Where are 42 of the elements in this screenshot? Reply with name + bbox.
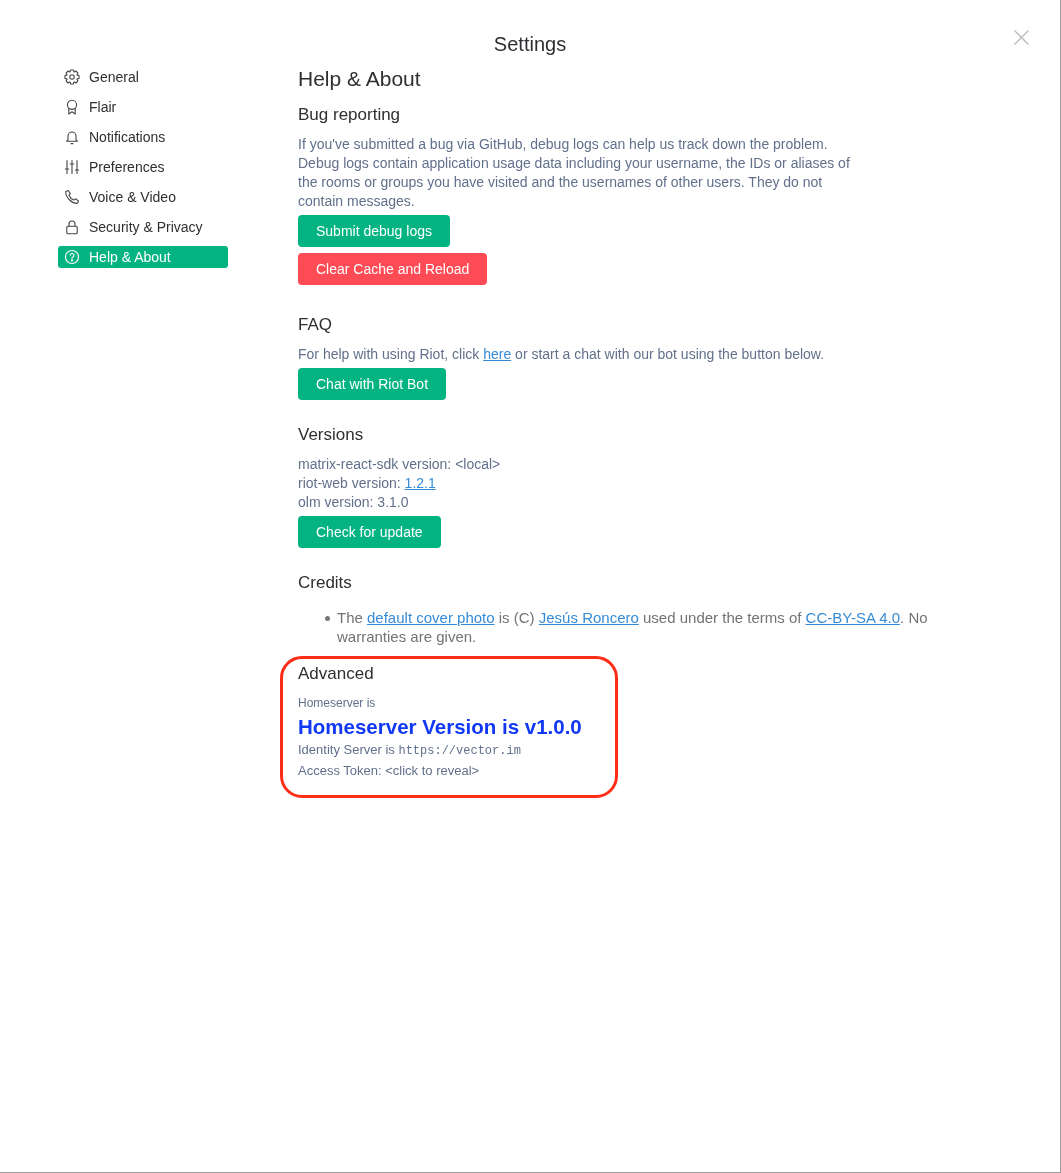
info-text: riot-web version: 1.2.1 (298, 474, 436, 493)
action-button[interactable]: Submit debug logs (298, 215, 450, 247)
section-heading: FAQ (298, 314, 332, 336)
sidebar-item[interactable]: Help & About (58, 246, 228, 268)
credit-text: The default cover photo is (C) Jesús Roncero used under the terms of CC-BY-SA 4.0. No warranties are given. (337, 608, 929, 646)
info-text: Homeserver is (298, 695, 376, 712)
sidebar-item[interactable]: Security & Privacy (58, 216, 228, 238)
sidebar-item[interactable]: Notifications (58, 126, 228, 148)
bell-icon (64, 129, 80, 145)
section-heading: Credits (298, 572, 352, 594)
info-text: Access Token: <click to reveal> (298, 762, 480, 780)
close-icon[interactable] (1014, 30, 1029, 45)
text-link[interactable]: Jesús Roncero (538, 609, 639, 626)
sliders-icon (64, 159, 80, 175)
sidebar-item[interactable]: Voice & Video (58, 186, 228, 208)
sidebar-item[interactable]: Flair (58, 96, 228, 118)
question-icon (64, 249, 80, 265)
gear-icon (64, 69, 80, 85)
danger-button[interactable]: Clear Cache and Reload (298, 253, 488, 285)
info-text: Identity Server is https://vector.im (298, 741, 521, 760)
text-link[interactable]: 1.2.1 (404, 475, 436, 491)
body-text: For help with using Riot, click here or start a chat with our bot using the button below. (298, 345, 825, 364)
bullet-icon (325, 616, 330, 621)
text-link[interactable]: CC-BY-SA 4.0 (805, 609, 901, 626)
action-button[interactable]: Check for update (298, 516, 441, 548)
text-link[interactable]: default cover photo (367, 609, 495, 626)
sidebar-item[interactable]: Preferences (58, 156, 228, 178)
sidebar-item[interactable]: General (58, 66, 228, 88)
section-heading: Versions (298, 424, 364, 446)
info-text: matrix-react-sdk version: <local> (298, 455, 501, 474)
phone-icon (64, 189, 80, 205)
ribbon-icon (64, 99, 80, 115)
lock-icon (64, 219, 80, 235)
dialog-title: Settings (493, 32, 567, 57)
section-heading: Advanced (298, 663, 374, 685)
body-text: If you've submitted a bug via GitHub, debug logs can help us track down the problem. Debug logs contain application usage data including your username, the IDs or aliases of the rooms or groups you have visited and the usernames of other users. They do not contain messages. (298, 135, 851, 211)
action-button[interactable]: Chat with Riot Bot (298, 368, 447, 400)
text-link[interactable]: here (483, 346, 512, 362)
headline-text: Homeserver Version is v1.0.0 (298, 714, 582, 740)
info-text: olm version: 3.1.0 (298, 493, 409, 512)
section-heading: Bug reporting (298, 104, 401, 126)
page-heading: Help & About (298, 66, 421, 92)
